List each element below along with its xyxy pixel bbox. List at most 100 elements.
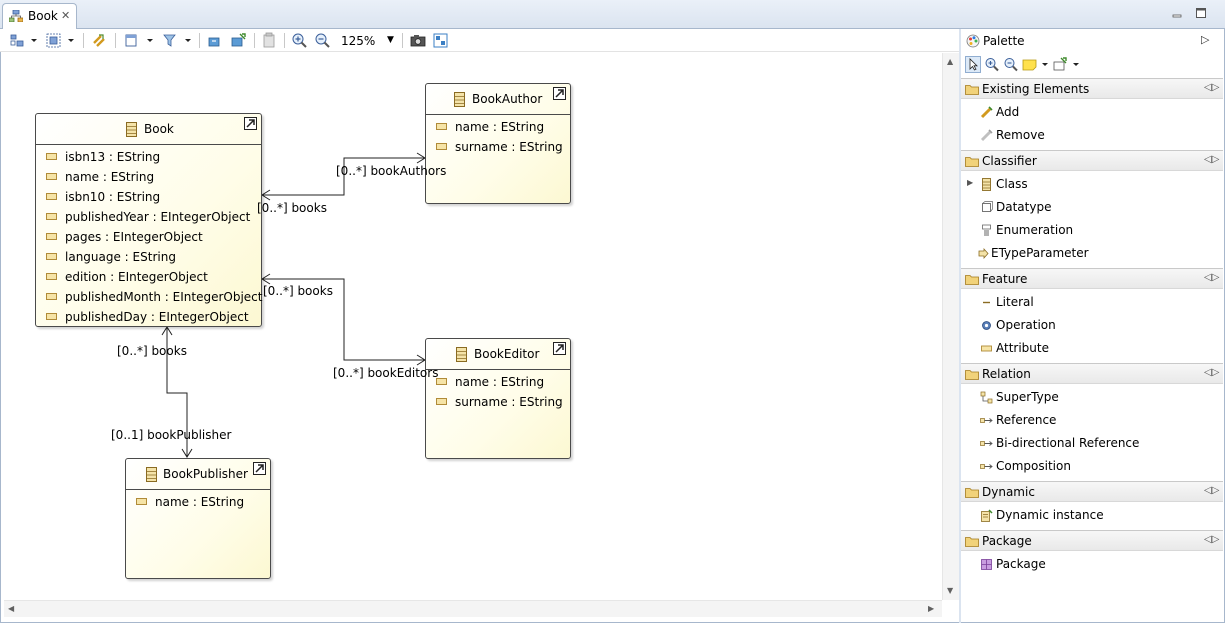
export-image-button[interactable] bbox=[409, 32, 427, 49]
dynamic-instance-icon bbox=[981, 509, 993, 522]
outline-icon bbox=[433, 33, 448, 48]
palette-entry-operation[interactable]: Operation bbox=[961, 314, 1223, 337]
drawer-header[interactable]: Existing Elements ◁▷ bbox=[961, 78, 1223, 99]
scroll-up-icon[interactable]: ▲ bbox=[947, 57, 953, 66]
palette-entry-remove[interactable]: Remove bbox=[961, 124, 1223, 147]
zoom-out-button[interactable] bbox=[314, 32, 332, 49]
attribute-icon bbox=[436, 398, 447, 405]
edge-label-book-publisher[interactable]: [0..1] bookPublisher bbox=[111, 428, 231, 442]
toolbar-separator bbox=[284, 33, 285, 48]
outline-button[interactable] bbox=[432, 32, 450, 49]
refresh-button[interactable] bbox=[90, 32, 108, 49]
edge-label-author-books[interactable]: [0..*] books bbox=[257, 201, 327, 215]
palette-entry-class[interactable]: ▶ Class bbox=[961, 173, 1223, 196]
horizontal-scrollbar[interactable]: ◀ ▶ bbox=[4, 600, 942, 617]
arrange-all-button[interactable] bbox=[8, 32, 38, 49]
palette-entry-datatype[interactable]: Datatype bbox=[961, 196, 1223, 219]
collapse-drawer-icon[interactable]: ◁▷ bbox=[1204, 367, 1219, 378]
toolbar-separator bbox=[83, 33, 84, 48]
diagram-canvas[interactable]: Book isbn13 : EString name : EString isb… bbox=[4, 53, 942, 598]
palette-entry-bidirectional-reference[interactable]: Bi-directional Reference bbox=[961, 432, 1223, 455]
folder-icon bbox=[965, 275, 979, 285]
class-book-publisher[interactable]: BookPublisher name : EString bbox=[125, 458, 271, 579]
collapse-drawer-icon[interactable]: ◁▷ bbox=[1204, 154, 1219, 165]
filter-button[interactable] bbox=[161, 32, 195, 49]
palette-entry-attribute[interactable]: Attribute bbox=[961, 337, 1223, 360]
palette-entry-dynamic-instance[interactable]: Dynamic instance bbox=[961, 504, 1223, 527]
edge-label-book-authors[interactable]: [0..*] bookAuthors bbox=[336, 164, 446, 178]
class-header: BookAuthor bbox=[426, 84, 570, 115]
select-all-button[interactable] bbox=[44, 32, 78, 49]
toolbar-separator bbox=[254, 33, 255, 48]
zoom-in-icon[interactable] bbox=[984, 56, 1000, 73]
open-diagram-icon[interactable] bbox=[253, 462, 266, 475]
drawer-label: Dynamic bbox=[982, 485, 1035, 499]
open-diagram-icon[interactable] bbox=[553, 342, 566, 355]
bidirectional-reference-icon bbox=[980, 441, 993, 446]
paste-icon bbox=[263, 32, 275, 48]
open-diagram-icon[interactable] bbox=[244, 117, 257, 130]
open-diagram-icon[interactable] bbox=[553, 87, 566, 100]
folder-icon bbox=[965, 157, 979, 167]
scroll-left-icon[interactable]: ◀ bbox=[8, 604, 14, 613]
drawer-header[interactable]: Relation ◁▷ bbox=[961, 363, 1223, 384]
pin-button[interactable] bbox=[206, 32, 224, 49]
drawer-label: Classifier bbox=[982, 154, 1037, 168]
select-pointer-icon[interactable] bbox=[965, 56, 981, 73]
collapse-drawer-icon[interactable]: ◁▷ bbox=[1204, 82, 1219, 93]
drawer-header[interactable]: Feature ◁▷ bbox=[961, 268, 1223, 289]
palette-entry-reference[interactable]: Reference bbox=[961, 409, 1223, 432]
type-parameter-icon bbox=[978, 247, 989, 260]
class-icon bbox=[146, 467, 157, 482]
palette-entry-enumeration[interactable]: Enumeration bbox=[961, 219, 1223, 242]
attribute-icon bbox=[46, 293, 57, 300]
zoom-combo[interactable]: 125% ▼ bbox=[336, 31, 398, 50]
drawer-label: Feature bbox=[982, 272, 1028, 286]
class-book-editor[interactable]: BookEditor name : EString surname : EStr… bbox=[425, 338, 571, 459]
palette-entry-add[interactable]: Add bbox=[961, 101, 1223, 124]
drawer-header[interactable]: Classifier ◁▷ bbox=[961, 150, 1223, 171]
chevron-down-icon: ▼ bbox=[387, 35, 394, 45]
drawer-header[interactable]: Package ◁▷ bbox=[961, 530, 1223, 551]
close-icon[interactable]: ✕ bbox=[61, 9, 70, 22]
zoom-in-button[interactable] bbox=[291, 32, 309, 49]
collapse-palette-icon[interactable]: ▷ bbox=[1201, 33, 1209, 46]
drawer-relation: Relation ◁▷ SuperType Reference Bi-direc… bbox=[961, 363, 1223, 481]
palette-entry-literal[interactable]: Literal bbox=[961, 291, 1223, 314]
zoom-out-icon[interactable] bbox=[1003, 56, 1019, 73]
folder-icon bbox=[965, 537, 979, 547]
unpin-button[interactable] bbox=[230, 32, 248, 49]
vertical-scrollbar[interactable]: ▲ ▼ bbox=[942, 53, 959, 600]
palette-entry-package[interactable]: Package bbox=[961, 553, 1223, 576]
collapse-drawer-icon[interactable]: ◁▷ bbox=[1204, 534, 1219, 545]
palette-entry-composition[interactable]: Composition bbox=[961, 455, 1223, 478]
edge-label-editor-books[interactable]: [0..*] books bbox=[263, 284, 333, 298]
note-icon[interactable] bbox=[1021, 56, 1049, 73]
edge-label-book-editors[interactable]: [0..*] bookEditors bbox=[333, 366, 438, 380]
expand-icon[interactable]: ▶ bbox=[967, 178, 973, 187]
palette-entry-etypeparameter[interactable]: ETypeParameter bbox=[961, 242, 1223, 265]
maximize-icon[interactable] bbox=[1194, 6, 1208, 20]
collapse-drawer-icon[interactable]: ◁▷ bbox=[1204, 272, 1219, 283]
edge-label-publisher-books[interactable]: [0..*] books bbox=[117, 344, 187, 358]
class-icon bbox=[126, 122, 137, 137]
attribute-icon bbox=[46, 313, 57, 320]
add-icon bbox=[980, 106, 993, 119]
scroll-right-icon[interactable]: ▶ bbox=[928, 604, 934, 613]
tab-book[interactable]: Book ✕ bbox=[2, 3, 77, 29]
class-book[interactable]: Book isbn13 : EString name : EString isb… bbox=[35, 113, 262, 327]
collapse-drawer-icon[interactable]: ◁▷ bbox=[1204, 485, 1219, 496]
palette-icon bbox=[966, 34, 980, 48]
scroll-down-icon[interactable]: ▼ bbox=[947, 586, 953, 595]
attribute-icon bbox=[46, 153, 57, 160]
attribute-icon bbox=[136, 498, 147, 505]
paste-button[interactable] bbox=[261, 32, 279, 49]
drawer-header[interactable]: Dynamic ◁▷ bbox=[961, 481, 1223, 502]
class-book-author[interactable]: BookAuthor name : EString surname : EStr… bbox=[425, 83, 571, 204]
enumeration-icon bbox=[982, 224, 991, 236]
layer-button[interactable] bbox=[123, 32, 157, 49]
palette-entry-supertype[interactable]: SuperType bbox=[961, 386, 1223, 409]
minimize-icon[interactable] bbox=[1170, 6, 1184, 20]
editor-tab-bar: Book ✕ bbox=[0, 0, 1225, 29]
pin-note-icon[interactable] bbox=[1052, 56, 1080, 73]
